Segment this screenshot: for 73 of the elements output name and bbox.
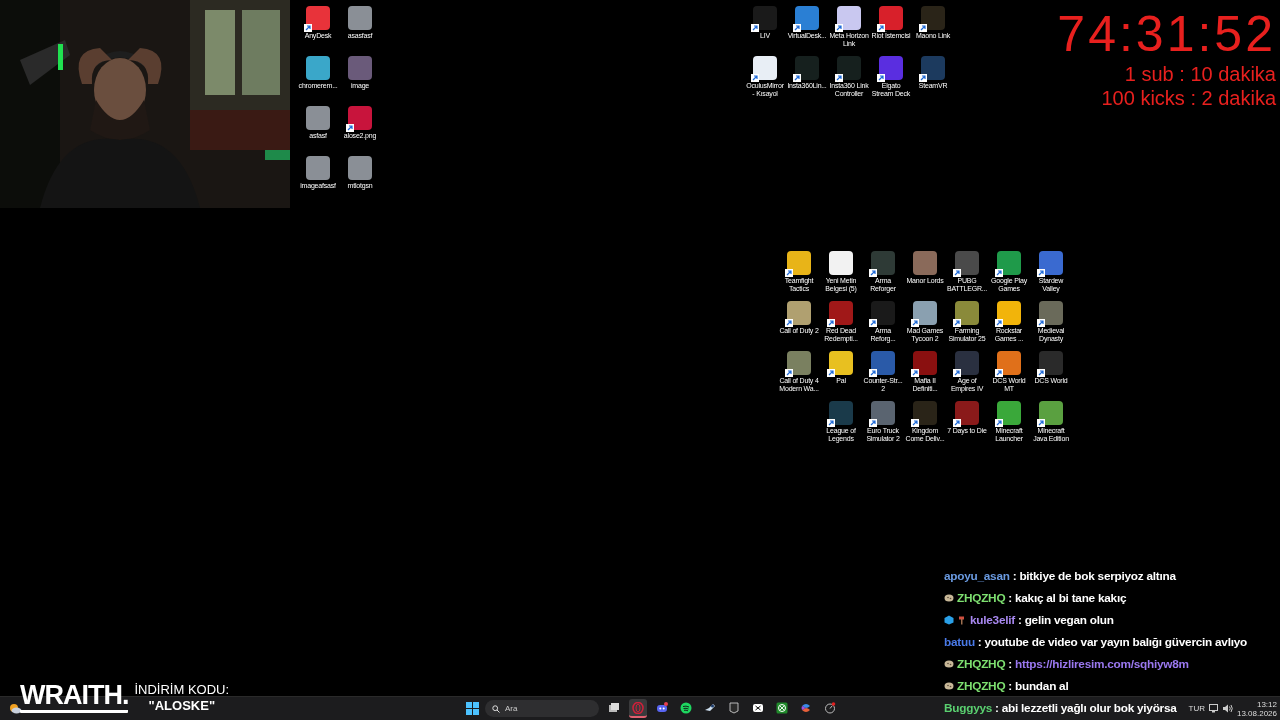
app-icon[interactable]: [871, 301, 895, 325]
app-icon[interactable]: [1039, 301, 1063, 325]
app-icon[interactable]: [955, 251, 979, 275]
search-icon: [492, 704, 500, 713]
app-icon[interactable]: [348, 106, 372, 130]
hammer-badge-icon: [957, 615, 967, 625]
chat-username: ZHQZHQ: [957, 591, 1006, 605]
app-icon[interactable]: [829, 301, 853, 325]
chat-username: ZHQZHQ: [957, 679, 1006, 693]
swirl-icon: [800, 701, 812, 714]
chat-username: apoyu_asan: [944, 569, 1010, 583]
sound-waves-icon: [680, 701, 692, 714]
chat-username: Buggyys: [944, 701, 993, 715]
app-icon[interactable]: [871, 251, 895, 275]
search-field[interactable]: Ara: [485, 700, 599, 717]
timer-rule: 1 sub : 10 dakika: [1124, 62, 1276, 86]
app-icon[interactable]: [1039, 351, 1063, 375]
game-controller-icon: [656, 701, 668, 714]
clock-date[interactable]: 13.08.2026: [1236, 708, 1277, 718]
countdown-timer: 74:31:52: [1057, 6, 1276, 62]
app-icon[interactable]: [795, 56, 819, 80]
timer-rule: 100 kicks : 2 dakika: [1101, 86, 1276, 110]
cookie-badge-icon: [944, 681, 954, 691]
app-icon[interactable]: [829, 401, 853, 425]
cookie-badge-icon: [944, 593, 954, 603]
chat-separator: :: [977, 635, 982, 649]
app-icon[interactable]: [871, 351, 895, 375]
app-icon[interactable]: [787, 351, 811, 375]
discount-caption: İNDİRİM KODU:: [134, 682, 230, 698]
chat-separator: :: [1008, 679, 1012, 693]
app-icon[interactable]: [306, 6, 330, 30]
cookie-badge-icon: [944, 659, 954, 669]
app-icon[interactable]: [955, 401, 979, 425]
chat-message: gelin vegan olun: [1024, 613, 1114, 627]
chat-separator: :: [1008, 657, 1012, 671]
cube-badge-icon: [944, 615, 954, 625]
chat-message: youtube de video var yayın balığı güvercin avlıyo: [984, 635, 1247, 649]
chat-message: abi lezzetli yağlı olur bok yiyörsa: [1001, 701, 1177, 715]
gauge-icon: [824, 701, 836, 714]
chat-separator: :: [1008, 591, 1012, 605]
app-icon[interactable]: [921, 6, 945, 30]
task-view-icon: [608, 701, 620, 714]
app-icon[interactable]: [879, 56, 903, 80]
weather-icon: [8, 702, 22, 714]
sponsor-logo: WRAITH.: [20, 680, 129, 713]
clock-time[interactable]: 13:12: [1256, 699, 1277, 709]
chat-message: bitkiye de bok serpiyoz altına: [1019, 569, 1176, 583]
chat-message: bundan al: [1015, 679, 1069, 693]
ring-icon: [632, 701, 644, 714]
app-icon[interactable]: [879, 6, 903, 30]
chat-separator: :: [1012, 569, 1017, 583]
app-icon[interactable]: [795, 6, 819, 30]
app-icon[interactable]: [913, 401, 937, 425]
chat-separator: :: [1017, 613, 1022, 627]
app-icon[interactable]: [921, 56, 945, 80]
chat-message: kakıç al bi tane kakıç: [1015, 591, 1127, 605]
chat-separator: :: [995, 701, 999, 715]
app-icon[interactable]: [871, 401, 895, 425]
language-indicator[interactable]: TUR: [1188, 704, 1205, 713]
volume-icon[interactable]: [1222, 704, 1233, 713]
discount-code: "ALOSKE": [148, 698, 216, 714]
app-icon[interactable]: [753, 6, 777, 30]
chat-username: batuu: [944, 635, 975, 649]
windows-icon[interactable]: [466, 702, 479, 715]
chat-link[interactable]: https://hizliresim.com/sqhiyw8m: [1015, 657, 1189, 671]
chat-username: kule3elif: [970, 613, 1015, 627]
app-icon[interactable]: [913, 351, 937, 375]
chat-username: ZHQZHQ: [957, 657, 1006, 671]
shield-icon: [728, 701, 740, 714]
app-icon[interactable]: [837, 56, 861, 80]
app-icon[interactable]: [955, 351, 979, 375]
app-icon[interactable]: [1039, 251, 1063, 275]
network-icon[interactable]: [1208, 704, 1219, 713]
